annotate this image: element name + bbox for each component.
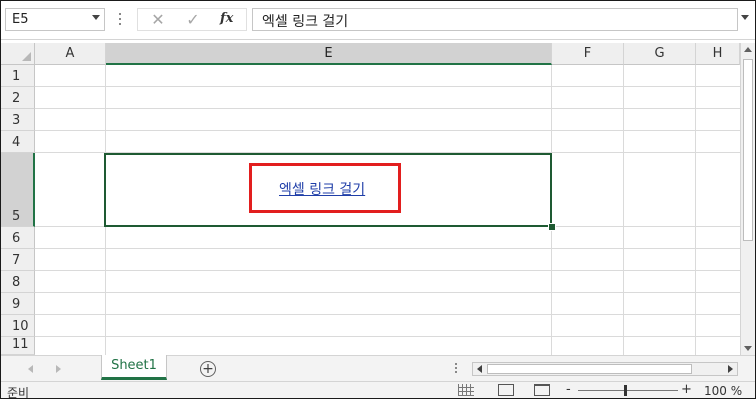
prev-sheet-icon[interactable] (28, 365, 33, 373)
row-number: 11 (12, 337, 29, 352)
formula-bar-grip-icon[interactable] (119, 13, 122, 27)
scroll-left-icon[interactable] (477, 365, 482, 373)
horizontal-scrollbar[interactable] (472, 362, 738, 376)
status-bar: 준비 - + 100 % (1, 381, 755, 398)
vertical-scroll-thumb[interactable] (743, 59, 753, 241)
fill-handle[interactable] (548, 223, 556, 231)
zoom-in-button[interactable]: + (681, 382, 692, 397)
row-number: 8 (12, 275, 21, 290)
scroll-right-icon[interactable] (728, 365, 733, 373)
zoom-slider-knob[interactable] (624, 385, 627, 396)
horizontal-scroll-thumb[interactable] (487, 364, 692, 374)
zoom-out-button[interactable]: - (566, 382, 571, 397)
expand-formula-icon[interactable] (741, 15, 749, 20)
scroll-down-icon[interactable] (744, 346, 752, 351)
name-box-value: E5 (12, 12, 29, 27)
row-header-8[interactable]: 8 (1, 271, 35, 293)
row-number: 4 (12, 135, 21, 150)
row-header-9[interactable]: 9 (1, 293, 35, 315)
row-number: 2 (12, 91, 21, 106)
add-sheet-icon[interactable]: + (200, 361, 216, 377)
status-ready: 준비 (7, 386, 30, 399)
row-header-7[interactable]: 7 (1, 249, 35, 271)
row-header-4[interactable]: 4 (1, 131, 35, 153)
scroll-up-icon[interactable] (744, 47, 752, 52)
formula-buttons: ✕ ✓ fx (137, 8, 247, 31)
row-number: 6 (12, 231, 21, 246)
column-header-a[interactable]: A (35, 43, 106, 65)
zoom-slider[interactable] (578, 390, 678, 391)
function-icon[interactable]: fx (220, 11, 233, 26)
page-break-icon[interactable] (534, 384, 550, 396)
name-box[interactable]: E5 (5, 8, 105, 31)
row-number: 5 (12, 209, 21, 224)
grid-line (35, 336, 740, 337)
highlight-box (249, 163, 401, 213)
row-number: 3 (12, 113, 21, 128)
row-header-1[interactable]: 1 (1, 65, 35, 87)
sheet-tab-bar: Sheet1 + (1, 355, 755, 381)
cancel-icon[interactable]: ✕ (146, 11, 170, 29)
grid-line (35, 270, 740, 271)
grid-line (35, 314, 740, 315)
row-header-10[interactable]: 10 (1, 315, 35, 337)
enter-icon[interactable]: ✓ (181, 11, 205, 29)
grid-line (35, 292, 740, 293)
excel-window: E5 ✕ ✓ fx 엑셀 링크 걸기 A E F G H 1 2 3 4 5 6… (0, 0, 756, 399)
grid-line (35, 130, 740, 131)
vertical-scrollbar[interactable] (740, 43, 755, 355)
formula-value: 엑셀 링크 걸기 (262, 14, 349, 30)
formula-input[interactable]: 엑셀 링크 걸기 (252, 8, 738, 31)
row-header-11[interactable]: 11 (1, 337, 35, 355)
grid-line (35, 86, 740, 87)
row-header-6[interactable]: 6 (1, 227, 35, 249)
row-number: 1 (12, 69, 21, 84)
row-header-3[interactable]: 3 (1, 109, 35, 131)
column-header-g[interactable]: G (624, 43, 696, 65)
row-number: 10 (12, 319, 29, 334)
dropdown-arrow-icon[interactable] (92, 15, 100, 20)
grid-line (35, 108, 740, 109)
next-sheet-icon[interactable] (56, 365, 61, 373)
row-number: 9 (12, 297, 21, 312)
page-layout-icon[interactable] (498, 384, 514, 396)
column-header-e[interactable]: E (106, 43, 552, 65)
column-header-f[interactable]: F (552, 43, 624, 65)
normal-view-icon[interactable] (458, 384, 474, 396)
zoom-level[interactable]: 100 % (704, 384, 742, 398)
row-number: 7 (12, 253, 21, 268)
grid-line (35, 248, 740, 249)
column-header-h[interactable]: H (696, 43, 740, 65)
tab-split-grip-icon[interactable] (455, 363, 457, 375)
sheet-tab-sheet1[interactable]: Sheet1 (101, 355, 167, 380)
row-header-2[interactable]: 2 (1, 87, 35, 109)
select-all-button[interactable] (1, 43, 35, 65)
row-header-5[interactable]: 5 (1, 153, 35, 227)
formula-bar: E5 ✕ ✓ fx 엑셀 링크 걸기 (1, 1, 755, 40)
